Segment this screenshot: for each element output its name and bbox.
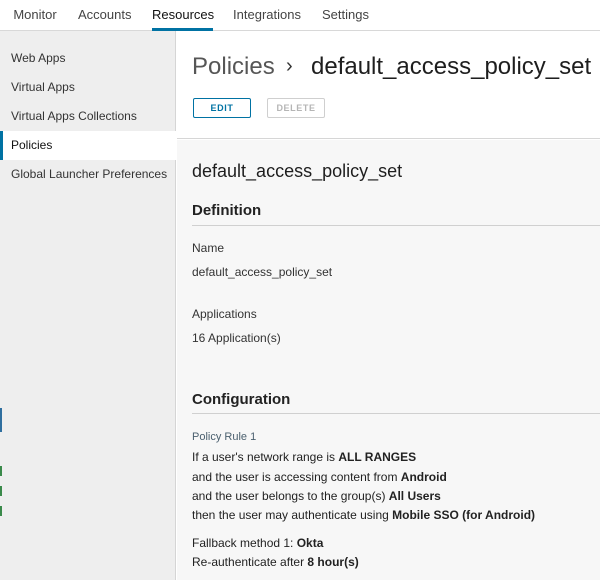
section-divider xyxy=(192,225,600,226)
sidebar-item-virtual-apps-collections[interactable]: Virtual Apps Collections xyxy=(0,102,176,131)
rule-line-text: and the user belongs to the group(s) xyxy=(192,489,389,503)
page-title: default_access_policy_set xyxy=(311,53,592,80)
tab-monitor[interactable]: Monitor xyxy=(13,0,57,31)
rule-line-text: then the user may authenticate using xyxy=(192,508,393,522)
sidebar-item-web-apps[interactable]: Web Apps xyxy=(0,44,176,73)
rule-line-auth: then the user may authenticate using Mob… xyxy=(192,508,535,522)
rule-line-value: ALL RANGES xyxy=(338,450,417,464)
rule-line-text: and the user is accessing content from xyxy=(192,470,401,484)
rule-line-network: If a user's network range is ALL RANGES xyxy=(192,450,416,464)
edit-button[interactable]: EDIT xyxy=(193,98,251,118)
tab-accounts[interactable]: Accounts xyxy=(78,0,131,31)
sidebar-item-virtual-apps[interactable]: Virtual Apps xyxy=(0,73,176,102)
configuration-heading: Configuration xyxy=(192,391,291,408)
rule-line-value: Okta xyxy=(296,536,324,550)
tab-settings[interactable]: Settings xyxy=(322,0,369,31)
rule-line-value: Android xyxy=(400,470,447,484)
rule-line-value: All Users xyxy=(388,489,441,503)
edge-marker xyxy=(0,466,2,476)
edge-marker xyxy=(0,486,2,496)
name-value: default_access_policy_set xyxy=(192,265,333,279)
definition-heading: Definition xyxy=(192,202,262,219)
edge-marker xyxy=(0,506,2,516)
breadcrumb-chevron-icon: › xyxy=(286,55,293,77)
policy-rule-name: Policy Rule 1 xyxy=(192,431,257,443)
rule-line-text: Fallback method 1: xyxy=(192,536,297,550)
top-nav: Monitor Accounts Resources Integrations … xyxy=(0,0,600,31)
sidebar: Web Apps Virtual Apps Virtual Apps Colle… xyxy=(0,31,176,580)
applications-label: Applications xyxy=(192,307,257,321)
tab-integrations[interactable]: Integrations xyxy=(233,0,301,31)
sidebar-item-policies[interactable]: Policies xyxy=(0,131,176,160)
rule-line-fallback: Fallback method 1: Okta xyxy=(192,536,323,550)
rule-line-device: and the user is accessing content from A… xyxy=(192,470,447,484)
policy-title: default_access_policy_set xyxy=(192,161,403,181)
applications-value: 16 Application(s) xyxy=(192,331,281,345)
breadcrumb-policies-link[interactable]: Policies xyxy=(192,53,275,81)
policy-details: default_access_policy_set Definition Nam… xyxy=(177,140,600,580)
rule-line-group: and the user belongs to the group(s) All… xyxy=(192,489,441,503)
page-header: Policies › default_access_policy_set EDI… xyxy=(177,31,600,139)
rule-line-value: 8 hour(s) xyxy=(307,555,359,569)
edge-marker xyxy=(0,408,2,432)
rule-line-value: Mobile SSO (for Android) xyxy=(392,508,536,522)
rule-line-reauth: Re-authenticate after 8 hour(s) xyxy=(192,555,359,569)
rule-line-text: If a user's network range is xyxy=(192,450,339,464)
name-label: Name xyxy=(192,241,225,255)
rule-line-text: Re-authenticate after xyxy=(192,555,308,569)
delete-button[interactable]: DELETE xyxy=(267,98,325,118)
tab-resources[interactable]: Resources xyxy=(152,0,214,31)
section-divider xyxy=(192,413,600,414)
sidebar-item-global-launcher-preferences[interactable]: Global Launcher Preferences xyxy=(0,160,176,189)
